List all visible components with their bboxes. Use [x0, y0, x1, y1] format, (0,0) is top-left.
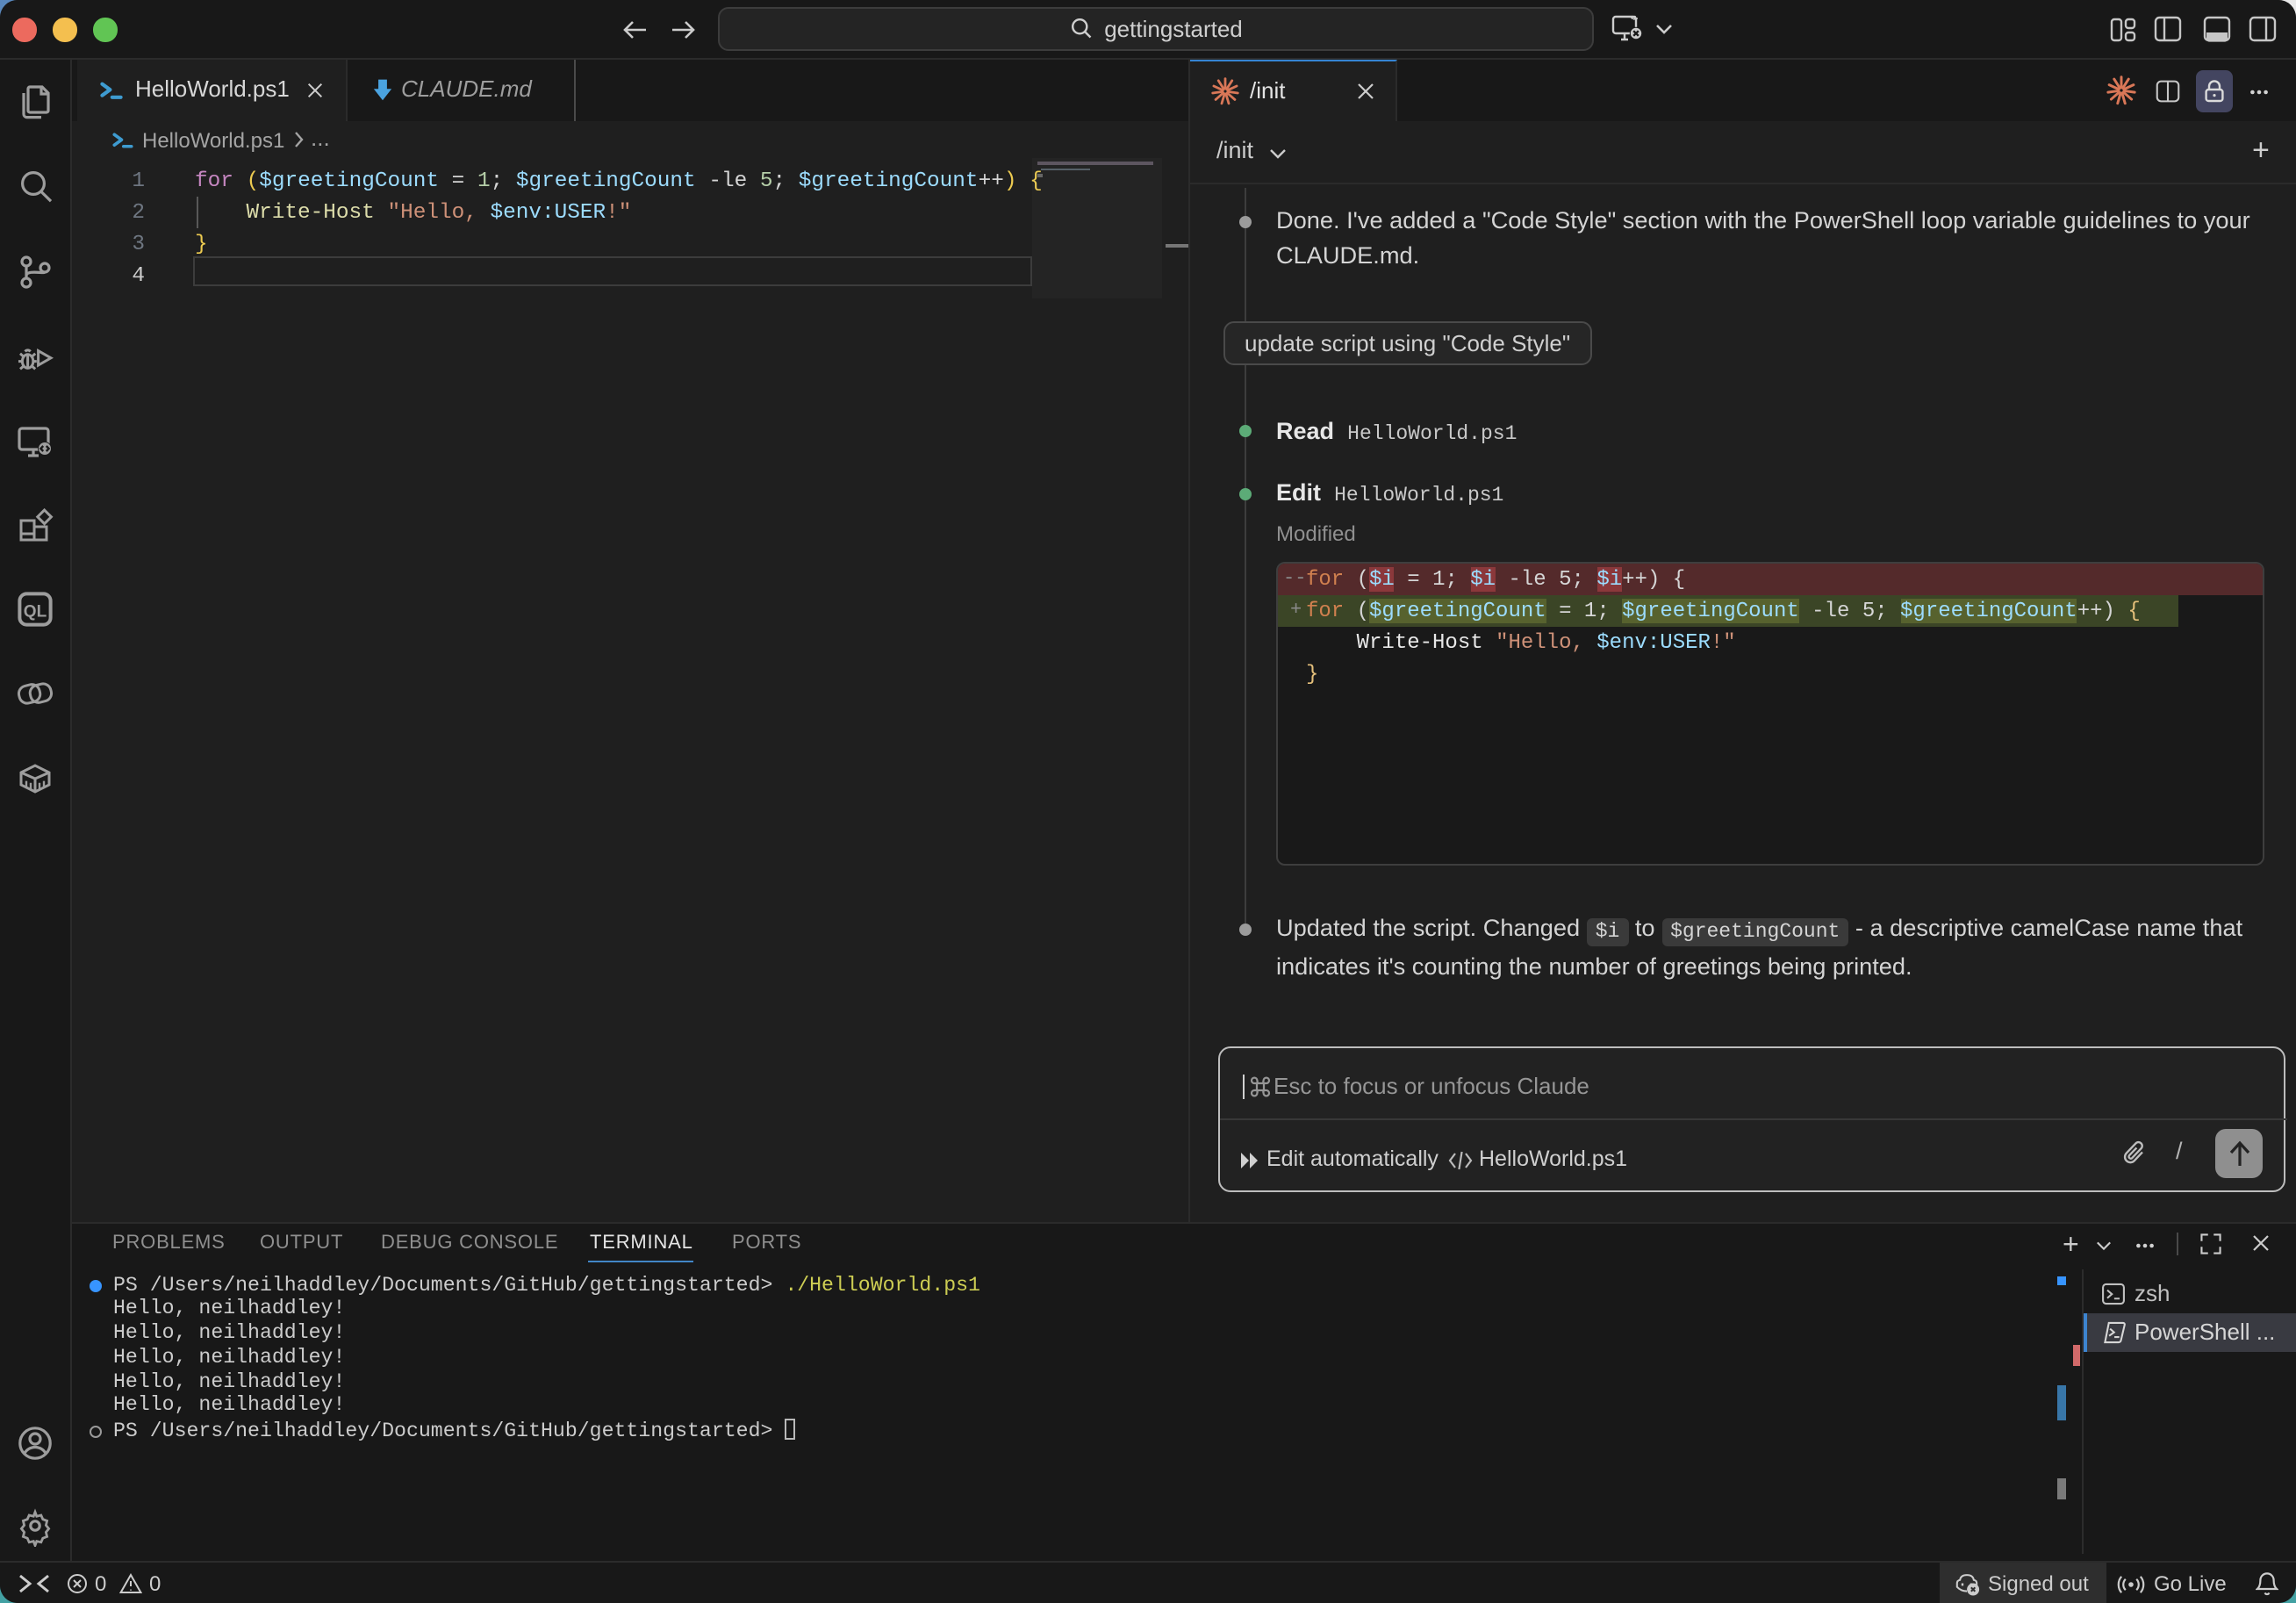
- svg-text:QL: QL: [24, 603, 47, 622]
